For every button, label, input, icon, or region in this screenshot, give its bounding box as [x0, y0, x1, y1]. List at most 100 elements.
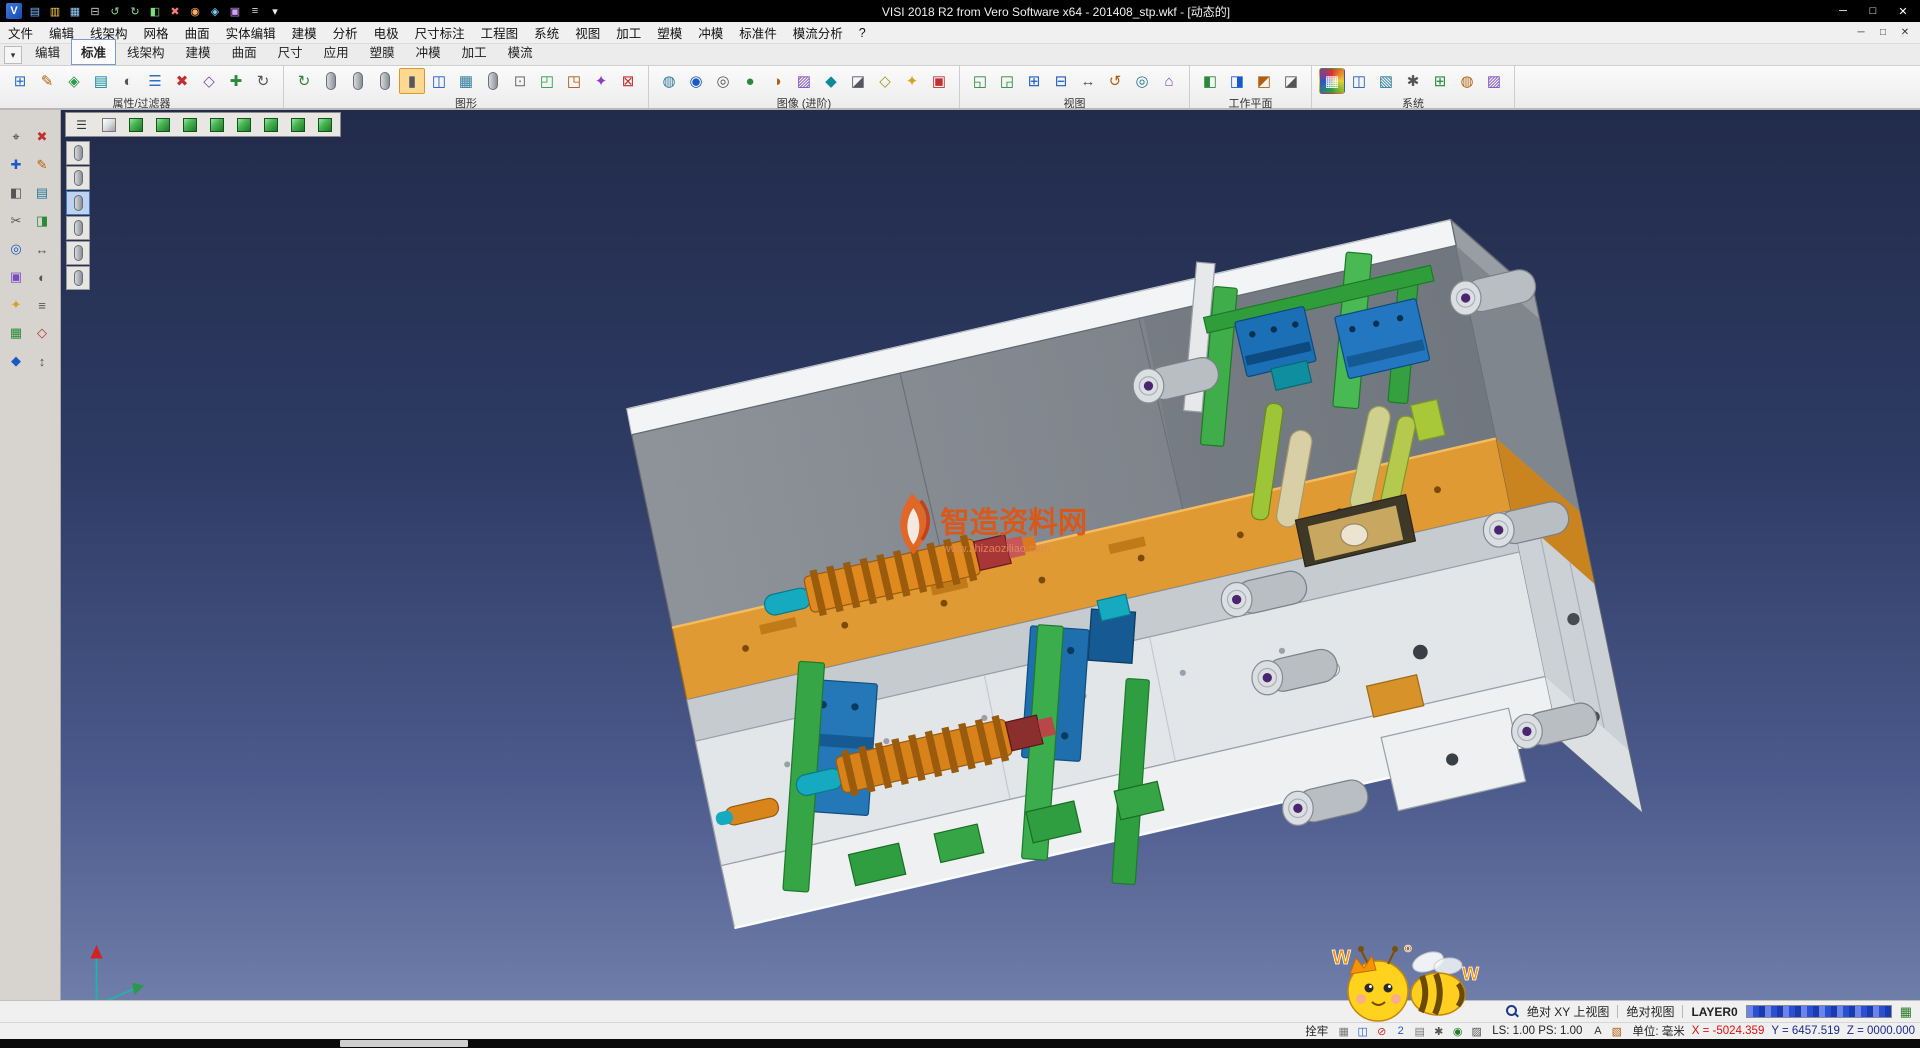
- bounding-box[interactable]: ⊡: [507, 68, 533, 94]
- delete-filter[interactable]: ✖: [169, 68, 195, 94]
- menu-item[interactable]: 加工: [608, 22, 649, 43]
- cylinder-view-3[interactable]: [372, 68, 398, 94]
- selection-filter[interactable]: ⊞: [7, 68, 33, 94]
- render-half[interactable]: ◑: [764, 68, 790, 94]
- database-browser[interactable]: ▧: [1373, 68, 1399, 94]
- tab-item[interactable]: 冲模: [406, 39, 451, 65]
- menu-item[interactable]: 模流分析: [785, 22, 851, 43]
- zoom-fit[interactable]: ◎: [1129, 68, 1155, 94]
- shadow-mode[interactable]: ◪: [845, 68, 871, 94]
- visibility-mask[interactable]: ◐: [115, 68, 141, 94]
- tab-item[interactable]: 曲面: [222, 39, 267, 65]
- view-back-cube[interactable]: [284, 114, 311, 135]
- sketch-tool[interactable]: ✎: [31, 154, 53, 176]
- mdi-close-button[interactable]: ✕: [1894, 25, 1916, 41]
- visi-logo-icon[interactable]: V: [6, 3, 22, 19]
- texture-mode[interactable]: ▨: [791, 68, 817, 94]
- camera[interactable]: ◉: [186, 3, 204, 19]
- list[interactable]: ≡: [246, 3, 264, 19]
- diamond-tool[interactable]: ◇: [31, 322, 53, 344]
- zoom-out[interactable]: ⊟: [1048, 68, 1074, 94]
- viewport[interactable]: 智造资料网 www.zhizaoziliao.com ☰: [61, 110, 1920, 1000]
- qa-dropdown[interactable]: ▾: [266, 3, 284, 19]
- quick-settings[interactable]: ✱: [1430, 1024, 1447, 1039]
- absolute-view-label[interactable]: 绝对视图: [1626, 1003, 1674, 1020]
- quad-view[interactable]: ◰: [534, 68, 560, 94]
- view-left-cube[interactable]: [257, 114, 284, 135]
- layers-tool[interactable]: ≡: [31, 294, 53, 316]
- snapshot[interactable]: ▣: [926, 68, 952, 94]
- workplane-custom[interactable]: ◪: [1278, 68, 1304, 94]
- snap-settings[interactable]: ◍: [1454, 68, 1480, 94]
- view-bottom-cube[interactable]: [311, 114, 338, 135]
- tab-item[interactable]: 编辑: [25, 39, 70, 65]
- view-front-cube[interactable]: [203, 114, 230, 135]
- view-cube[interactable]: ◧: [146, 3, 164, 19]
- open-file[interactable]: ▥: [46, 3, 64, 19]
- circle-tool[interactable]: ◎: [5, 238, 27, 260]
- undo[interactable]: ↺: [106, 3, 124, 19]
- system-monitor[interactable]: ◫: [1346, 68, 1372, 94]
- workplane-xy[interactable]: ◧: [1197, 68, 1223, 94]
- material-mode[interactable]: ◆: [818, 68, 844, 94]
- stretch-tool[interactable]: ↕: [31, 350, 53, 372]
- tab-dropdown-caret[interactable]: ▾: [4, 46, 22, 64]
- view-isometric[interactable]: ⌂: [1156, 68, 1182, 94]
- tab-item[interactable]: 模流: [498, 39, 543, 65]
- trim-tool[interactable]: ✂: [5, 210, 27, 232]
- hidden-line-mode[interactable]: ▦: [453, 68, 479, 94]
- menu-item[interactable]: ?: [851, 22, 874, 43]
- clip-plane-1[interactable]: [66, 141, 90, 165]
- tab-item[interactable]: 塑膜: [360, 39, 405, 65]
- viewport-canvas[interactable]: 智造资料网 www.zhizaoziliao.com: [61, 110, 1920, 1000]
- osnap-level[interactable]: 2: [1392, 1024, 1409, 1039]
- workplane-yz[interactable]: ◩: [1251, 68, 1277, 94]
- color-swatch[interactable]: ▧: [1608, 1024, 1625, 1039]
- snap-disable[interactable]: ⊘: [1373, 1024, 1390, 1039]
- ortho-toggle[interactable]: ◫: [1354, 1024, 1371, 1039]
- tab-item[interactable]: 标准: [71, 39, 116, 65]
- grid-toggle[interactable]: ▦: [1335, 1024, 1352, 1039]
- hatch-toggle[interactable]: ▨: [1468, 1024, 1485, 1039]
- mdi-restore-button[interactable]: □: [1872, 25, 1894, 41]
- pan-view[interactable]: ↔: [1075, 68, 1101, 94]
- orbit-view[interactable]: ↺: [1102, 68, 1128, 94]
- properties-editor[interactable]: ✎: [34, 68, 60, 94]
- view-mode-label[interactable]: 绝对 XY 上视图: [1527, 1003, 1609, 1020]
- new-file[interactable]: ▤: [26, 3, 44, 19]
- redo[interactable]: ↻: [126, 3, 144, 19]
- close-button[interactable]: ✕: [1888, 1, 1918, 21]
- erase-graphics[interactable]: ⊠: [615, 68, 641, 94]
- color-palette[interactable]: ▦: [1319, 68, 1345, 94]
- cylinder-view-2[interactable]: [345, 68, 371, 94]
- tab-item[interactable]: 尺寸: [268, 39, 313, 65]
- view-wireframe-cube[interactable]: [95, 114, 122, 135]
- tab-item[interactable]: 线架构: [117, 39, 175, 65]
- layer-color-bar[interactable]: [1746, 1005, 1892, 1018]
- workplane-xz[interactable]: ◨: [1224, 68, 1250, 94]
- mdi-minimize-button[interactable]: ─: [1850, 25, 1872, 41]
- delete-tool[interactable]: ✖: [31, 126, 53, 148]
- mesh-tool[interactable]: ▦: [5, 322, 27, 344]
- magnet[interactable]: ◈: [206, 3, 224, 19]
- zoom-window[interactable]: ◳: [561, 68, 587, 94]
- grid-status-icon[interactable]: ▦: [1900, 1004, 1912, 1020]
- isolate-filter[interactable]: ◇: [196, 68, 222, 94]
- delete[interactable]: ✖: [166, 3, 184, 19]
- shaded-mode[interactable]: ▮: [399, 68, 425, 94]
- highlight-elements[interactable]: ✦: [588, 68, 614, 94]
- tab-item[interactable]: 加工: [452, 39, 497, 65]
- view-front[interactable]: ◲: [994, 68, 1020, 94]
- active-layer-label[interactable]: LAYER0: [1691, 1005, 1737, 1019]
- view-top[interactable]: ◱: [967, 68, 993, 94]
- maximize-button[interactable]: □: [1858, 1, 1888, 21]
- reset-filter[interactable]: ↻: [250, 68, 276, 94]
- minimize-button[interactable]: ─: [1828, 1, 1858, 21]
- wireframe-mode[interactable]: ◫: [426, 68, 452, 94]
- element-list[interactable]: ☰: [142, 68, 168, 94]
- render-flat[interactable]: ◍: [656, 68, 682, 94]
- select-tool[interactable]: ⌖: [5, 126, 27, 148]
- render-solid[interactable]: ●: [737, 68, 763, 94]
- regenerate-view[interactable]: ↻: [291, 68, 317, 94]
- spark-tool[interactable]: ✦: [5, 294, 27, 316]
